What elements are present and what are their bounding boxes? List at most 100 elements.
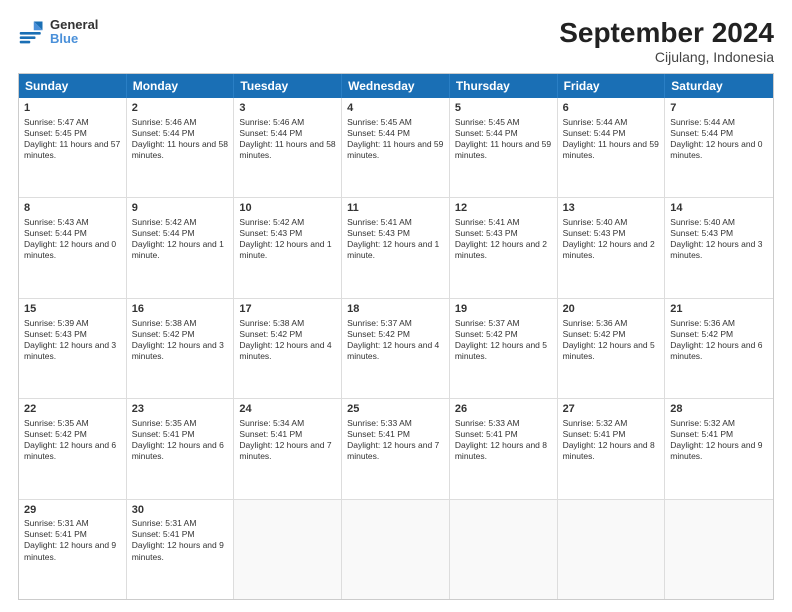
sunrise-info: Sunrise: 5:44 AM [670,117,768,128]
sunset-info: Sunset: 5:41 PM [670,429,768,440]
sunset-info: Sunset: 5:44 PM [132,228,229,239]
day-number: 17 [239,302,336,317]
daylight-info: Daylight: 11 hours and 58 minutes. [132,139,229,161]
calendar-cell: 17Sunrise: 5:38 AMSunset: 5:42 PMDayligh… [234,299,342,398]
day-number: 5 [455,101,552,116]
logo-line2: Blue [50,32,98,46]
calendar-cell: 20Sunrise: 5:36 AMSunset: 5:42 PMDayligh… [558,299,666,398]
day-number: 16 [132,302,229,317]
calendar-cell: 23Sunrise: 5:35 AMSunset: 5:41 PMDayligh… [127,399,235,498]
calendar-cell: 28Sunrise: 5:32 AMSunset: 5:41 PMDayligh… [665,399,773,498]
day-number: 26 [455,402,552,417]
page: General Blue September 2024 Cijulang, In… [0,0,792,612]
page-subtitle: Cijulang, Indonesia [559,49,774,65]
sunset-info: Sunset: 5:43 PM [455,228,552,239]
sunset-info: Sunset: 5:44 PM [239,128,336,139]
header: General Blue September 2024 Cijulang, In… [18,18,774,65]
sunset-info: Sunset: 5:44 PM [132,128,229,139]
day-number: 25 [347,402,444,417]
calendar-cell: 13Sunrise: 5:40 AMSunset: 5:43 PMDayligh… [558,198,666,297]
day-number: 13 [563,201,660,216]
sunrise-info: Sunrise: 5:37 AM [347,318,444,329]
calendar-row: 8Sunrise: 5:43 AMSunset: 5:44 PMDaylight… [19,198,773,298]
calendar-cell: 29Sunrise: 5:31 AMSunset: 5:41 PMDayligh… [19,500,127,599]
calendar-cell: 12Sunrise: 5:41 AMSunset: 5:43 PMDayligh… [450,198,558,297]
day-number: 6 [563,101,660,116]
sunrise-info: Sunrise: 5:44 AM [563,117,660,128]
daylight-info: Daylight: 12 hours and 3 minutes. [670,239,768,261]
sunrise-info: Sunrise: 5:43 AM [24,217,121,228]
day-number: 24 [239,402,336,417]
sunrise-info: Sunrise: 5:31 AM [132,518,229,529]
daylight-info: Daylight: 12 hours and 0 minutes. [24,239,121,261]
sunset-info: Sunset: 5:42 PM [132,329,229,340]
sunset-info: Sunset: 5:41 PM [24,529,121,540]
calendar-cell [342,500,450,599]
calendar-body: 1Sunrise: 5:47 AMSunset: 5:45 PMDaylight… [19,98,773,599]
sunrise-info: Sunrise: 5:40 AM [670,217,768,228]
sunset-info: Sunset: 5:42 PM [347,329,444,340]
cal-header-day: Saturday [665,74,773,98]
sunrise-info: Sunrise: 5:41 AM [347,217,444,228]
calendar-cell: 24Sunrise: 5:34 AMSunset: 5:41 PMDayligh… [234,399,342,498]
day-number: 10 [239,201,336,216]
calendar-cell: 26Sunrise: 5:33 AMSunset: 5:41 PMDayligh… [450,399,558,498]
sunrise-info: Sunrise: 5:36 AM [563,318,660,329]
day-number: 3 [239,101,336,116]
sunrise-info: Sunrise: 5:33 AM [347,418,444,429]
daylight-info: Daylight: 12 hours and 1 minute. [239,239,336,261]
daylight-info: Daylight: 12 hours and 9 minutes. [24,540,121,562]
calendar-cell: 4Sunrise: 5:45 AMSunset: 5:44 PMDaylight… [342,98,450,197]
calendar-cell: 22Sunrise: 5:35 AMSunset: 5:42 PMDayligh… [19,399,127,498]
calendar-cell [234,500,342,599]
daylight-info: Daylight: 11 hours and 58 minutes. [239,139,336,161]
daylight-info: Daylight: 11 hours and 57 minutes. [24,139,121,161]
daylight-info: Daylight: 12 hours and 1 minute. [347,239,444,261]
sunset-info: Sunset: 5:43 PM [239,228,336,239]
cal-header-day: Sunday [19,74,127,98]
day-number: 22 [24,402,121,417]
day-number: 14 [670,201,768,216]
day-number: 12 [455,201,552,216]
sunset-info: Sunset: 5:45 PM [24,128,121,139]
calendar-cell: 25Sunrise: 5:33 AMSunset: 5:41 PMDayligh… [342,399,450,498]
cal-header-day: Friday [558,74,666,98]
sunset-info: Sunset: 5:43 PM [563,228,660,239]
sunset-info: Sunset: 5:43 PM [670,228,768,239]
day-number: 29 [24,503,121,518]
calendar-cell: 16Sunrise: 5:38 AMSunset: 5:42 PMDayligh… [127,299,235,398]
calendar-row: 22Sunrise: 5:35 AMSunset: 5:42 PMDayligh… [19,399,773,499]
sunset-info: Sunset: 5:42 PM [670,329,768,340]
sunrise-info: Sunrise: 5:46 AM [132,117,229,128]
daylight-info: Daylight: 11 hours and 59 minutes. [455,139,552,161]
calendar-cell [558,500,666,599]
cal-header-day: Tuesday [234,74,342,98]
sunrise-info: Sunrise: 5:45 AM [347,117,444,128]
daylight-info: Daylight: 12 hours and 8 minutes. [563,440,660,462]
sunrise-info: Sunrise: 5:38 AM [132,318,229,329]
calendar-cell [450,500,558,599]
day-number: 27 [563,402,660,417]
calendar-cell: 8Sunrise: 5:43 AMSunset: 5:44 PMDaylight… [19,198,127,297]
sunset-info: Sunset: 5:41 PM [239,429,336,440]
day-number: 1 [24,101,121,116]
cal-header-day: Monday [127,74,235,98]
sunrise-info: Sunrise: 5:46 AM [239,117,336,128]
page-title: September 2024 [559,18,774,49]
day-number: 30 [132,503,229,518]
sunrise-info: Sunrise: 5:36 AM [670,318,768,329]
sunrise-info: Sunrise: 5:40 AM [563,217,660,228]
calendar-cell: 5Sunrise: 5:45 AMSunset: 5:44 PMDaylight… [450,98,558,197]
sunrise-info: Sunrise: 5:32 AM [670,418,768,429]
sunrise-info: Sunrise: 5:37 AM [455,318,552,329]
sunset-info: Sunset: 5:44 PM [347,128,444,139]
sunset-info: Sunset: 5:42 PM [239,329,336,340]
sunrise-info: Sunrise: 5:33 AM [455,418,552,429]
day-number: 9 [132,201,229,216]
daylight-info: Daylight: 12 hours and 6 minutes. [132,440,229,462]
daylight-info: Daylight: 12 hours and 9 minutes. [670,440,768,462]
daylight-info: Daylight: 12 hours and 8 minutes. [455,440,552,462]
calendar-cell: 7Sunrise: 5:44 AMSunset: 5:44 PMDaylight… [665,98,773,197]
day-number: 15 [24,302,121,317]
day-number: 28 [670,402,768,417]
